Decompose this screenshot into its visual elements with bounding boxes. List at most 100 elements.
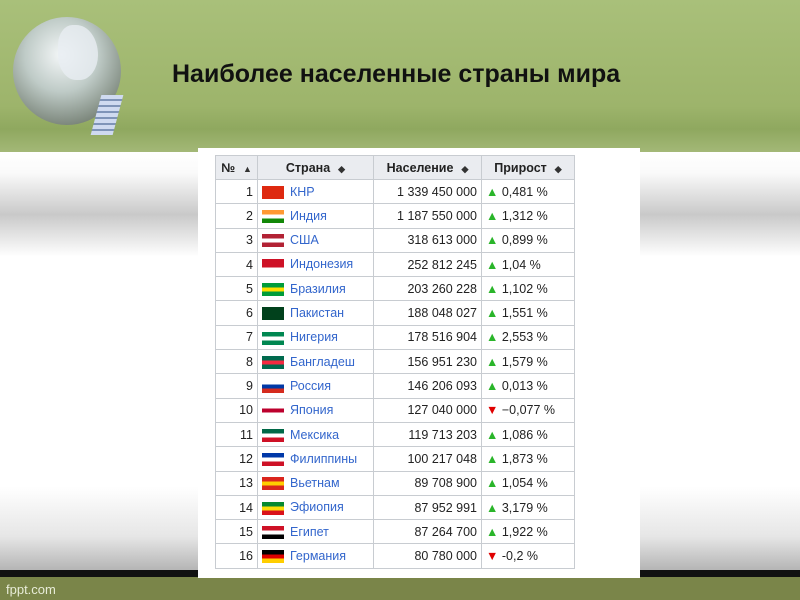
- country-link[interactable]: Бразилия: [290, 282, 346, 296]
- triangle-up-icon: ▲: [486, 354, 499, 369]
- flag-icon: [262, 210, 284, 224]
- rank: 2: [215, 203, 258, 229]
- country-link[interactable]: Германия: [290, 549, 346, 563]
- population: 119 713 203: [373, 421, 482, 448]
- country-cell: Германия: [257, 543, 374, 569]
- sort-icon: ◆: [554, 163, 562, 174]
- flag-icon: [262, 477, 284, 491]
- slide-title: Наиболее населенные страны мира: [172, 60, 621, 88]
- growth-cell: ▲ 0,481 %: [481, 178, 575, 205]
- growth-cell: ▲ 2,553 %: [481, 324, 575, 351]
- flag-icon: [262, 234, 284, 248]
- table-row: 15 Египет 87 264 700 ▲ 1,922 %: [215, 519, 575, 545]
- country-link[interactable]: Индия: [290, 209, 327, 223]
- population: 178 516 904: [373, 324, 482, 351]
- population: 252 812 245: [373, 251, 482, 278]
- footer-text: fppt.com: [0, 577, 800, 600]
- table-row: 12 Филиппины 100 217 048 ▲ 1,873 %: [215, 446, 575, 472]
- growth-value: 0,899 %: [501, 233, 548, 248]
- country-link[interactable]: Бангладеш: [290, 355, 355, 369]
- flag-icon: [262, 282, 284, 296]
- population: 318 613 000: [373, 227, 482, 253]
- table-row: 2 Индия 1 187 550 000 ▲ 1,312 %: [215, 203, 575, 229]
- triangle-up-icon: ▲: [486, 500, 499, 515]
- country-link[interactable]: США: [290, 233, 319, 247]
- triangle-down-icon: ▼: [486, 403, 499, 418]
- population: 89 708 900: [373, 470, 482, 496]
- col-header-growth[interactable]: Прирост ◆: [481, 155, 575, 180]
- country-link[interactable]: Филиппины: [290, 452, 357, 466]
- flag-icon: [262, 185, 284, 199]
- country-link[interactable]: Нигерия: [290, 330, 338, 344]
- growth-value: 1,922 %: [501, 524, 548, 539]
- growth-value: 1,873 %: [501, 451, 548, 466]
- country-link[interactable]: Вьетнам: [290, 476, 340, 490]
- country-cell: Вьетнам: [257, 470, 374, 496]
- population: 188 048 027: [373, 300, 482, 326]
- sort-asc-icon: ▲: [243, 163, 252, 174]
- country-link[interactable]: Россия: [290, 379, 331, 393]
- growth-value: 1,086 %: [501, 427, 548, 442]
- flag-icon: [262, 355, 284, 369]
- rank: 15: [215, 519, 258, 545]
- country-cell: КНР: [257, 178, 374, 205]
- country-link[interactable]: Мексика: [290, 428, 339, 442]
- rank: 9: [215, 373, 258, 399]
- population: 127 040 000: [373, 397, 482, 423]
- rank: 8: [215, 349, 258, 375]
- rank: 14: [215, 494, 258, 521]
- population: 146 206 093: [373, 373, 482, 399]
- rank: 13: [215, 470, 258, 496]
- growth-cell: ▲ 1,054 %: [481, 470, 575, 496]
- population: 1 187 550 000: [373, 203, 482, 229]
- triangle-up-icon: ▲: [486, 257, 499, 272]
- table-row: 8 Бангладеш 156 951 230 ▲ 1,579 %: [215, 349, 575, 375]
- country-link[interactable]: КНР: [290, 185, 315, 199]
- growth-value: 1,312 %: [501, 208, 548, 223]
- table-row: 4 Индонезия 252 812 245 ▲ 1,04 %: [215, 251, 575, 278]
- growth-value: 1,579 %: [501, 354, 548, 369]
- triangle-up-icon: ▲: [486, 427, 499, 442]
- country-cell: Пакистан: [257, 300, 374, 326]
- sort-icon: ◆: [338, 163, 346, 174]
- population: 203 260 228: [373, 276, 482, 302]
- country-cell: Нигерия: [257, 324, 374, 351]
- country-link[interactable]: Египет: [290, 525, 329, 539]
- population-table: № ▲ Страна ◆ Население ◆ Прирост ◆ 1 КНР 1 3…: [215, 155, 575, 569]
- flag-icon: [262, 307, 284, 321]
- rank: 11: [215, 421, 258, 448]
- growth-value: -0,2 %: [501, 549, 538, 564]
- flag-icon: [262, 404, 284, 418]
- growth-cell: ▲ 3,179 %: [481, 494, 575, 521]
- country-link[interactable]: Япония: [290, 403, 333, 417]
- rank: 4: [215, 251, 258, 278]
- country-link[interactable]: Эфиопия: [290, 500, 344, 514]
- triangle-up-icon: ▲: [486, 451, 499, 466]
- flag-icon: [262, 428, 284, 442]
- country-cell: США: [257, 227, 374, 253]
- col-header-rank[interactable]: № ▲: [215, 155, 258, 180]
- growth-value: 1,054 %: [501, 476, 548, 491]
- col-header-population[interactable]: Население ◆: [373, 155, 482, 180]
- table-panel: № ▲ Страна ◆ Население ◆ Прирост ◆ 1 КНР 1 3…: [198, 148, 640, 578]
- population: 80 780 000: [373, 543, 482, 569]
- country-cell: Бангладеш: [257, 349, 374, 375]
- country-link[interactable]: Пакистан: [290, 306, 344, 320]
- rank: 1: [215, 178, 258, 205]
- growth-cell: ▼ −0,077 %: [481, 397, 575, 423]
- country-cell: Бразилия: [257, 276, 374, 302]
- table-row: 13 Вьетнам 89 708 900 ▲ 1,054 %: [215, 470, 575, 496]
- table-row: 9 Россия 146 206 093 ▲ 0,013 %: [215, 373, 575, 399]
- growth-cell: ▲ 1,873 %: [481, 446, 575, 472]
- growth-value: −0,077 %: [501, 403, 556, 418]
- growth-cell: ▼ -0,2 %: [481, 543, 575, 569]
- col-header-country[interactable]: Страна ◆: [257, 155, 374, 180]
- flag-icon: [262, 258, 284, 272]
- country-link[interactable]: Индонезия: [290, 257, 353, 271]
- table-row: 16 Германия 80 780 000 ▼ -0,2 %: [215, 543, 575, 569]
- growth-cell: ▲ 1,922 %: [481, 519, 575, 545]
- country-cell: Эфиопия: [257, 494, 374, 521]
- growth-value: 3,179 %: [501, 500, 548, 515]
- country-cell: Египет: [257, 519, 374, 545]
- growth-cell: ▲ 1,04 %: [481, 251, 575, 278]
